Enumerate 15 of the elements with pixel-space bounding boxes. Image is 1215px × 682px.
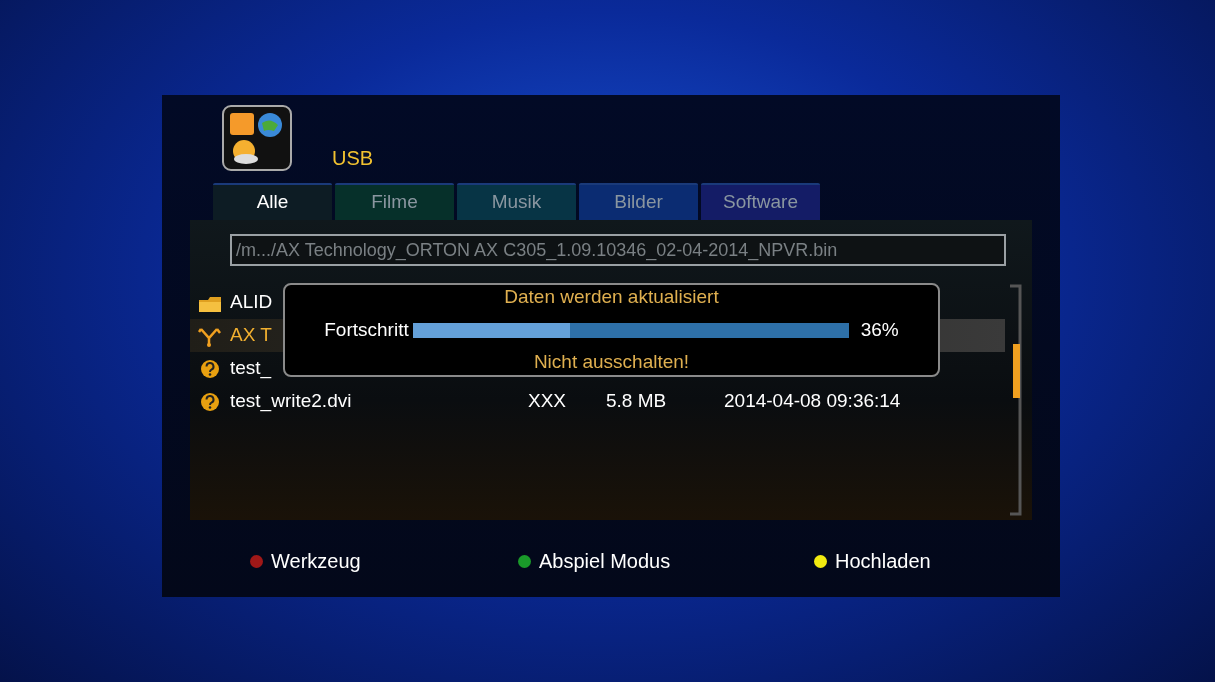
key-hint: Abspiel Modus	[539, 549, 671, 574]
file-type: XXX	[528, 390, 567, 412]
file-date: 2014-04-08 09:36:14	[724, 389, 901, 414]
file-name: test_write2.dvi	[230, 390, 352, 412]
warning-text: Nicht ausschalten!	[533, 350, 690, 375]
progress-label: Fortschritt	[324, 317, 409, 342]
dialog-title: Daten werden aktualisiert	[504, 285, 719, 310]
page-title: USB	[332, 146, 374, 171]
file-name: test_	[230, 357, 272, 379]
file-name: ALID	[230, 291, 273, 313]
file-name: AX T	[230, 324, 272, 346]
file-size: 5.8 MB	[606, 390, 667, 412]
key-hint: Werkzeug	[271, 549, 361, 574]
progress-reading: 36%	[860, 317, 899, 342]
key-hint: Hochladen	[835, 549, 931, 574]
